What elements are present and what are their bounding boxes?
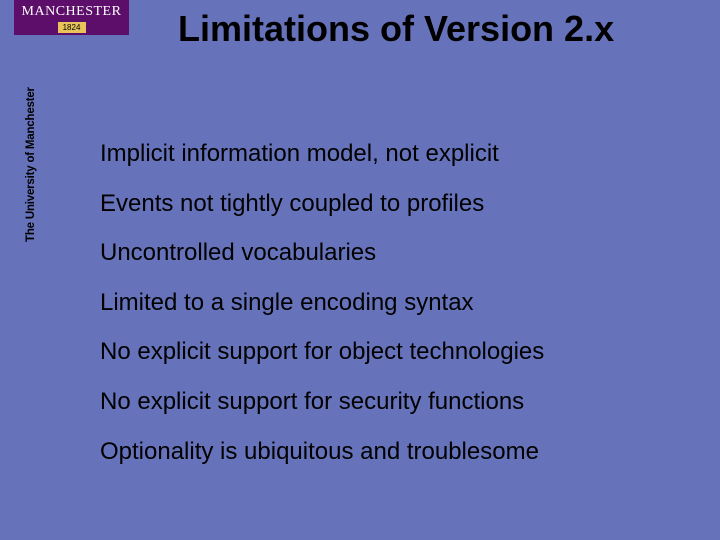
bullet-item: Events not tightly coupled to profiles: [100, 190, 680, 218]
university-name-text: The University of Manchester: [25, 92, 37, 242]
bullet-item: No explicit support for object technolog…: [100, 338, 680, 366]
slide-body: Implicit information model, not explicit…: [100, 140, 680, 487]
bullet-item: Limited to a single encoding syntax: [100, 289, 680, 317]
logo-wordmark: MANCHESTER: [14, 4, 129, 20]
slide: MANCHESTER 1824 The University of Manche…: [0, 0, 720, 540]
bullet-item: Uncontrolled vocabularies: [100, 239, 680, 267]
bullet-item: Implicit information model, not explicit: [100, 140, 680, 168]
bullet-item: No explicit support for security functio…: [100, 388, 680, 416]
logo-year-badge: 1824: [58, 22, 86, 33]
university-logo: MANCHESTER 1824: [14, 0, 129, 35]
logo-box: MANCHESTER 1824: [14, 0, 129, 35]
slide-title: Limitations of Version 2.x: [178, 8, 614, 50]
bullet-item: Optionality is ubiquitous and troublesom…: [100, 438, 680, 466]
